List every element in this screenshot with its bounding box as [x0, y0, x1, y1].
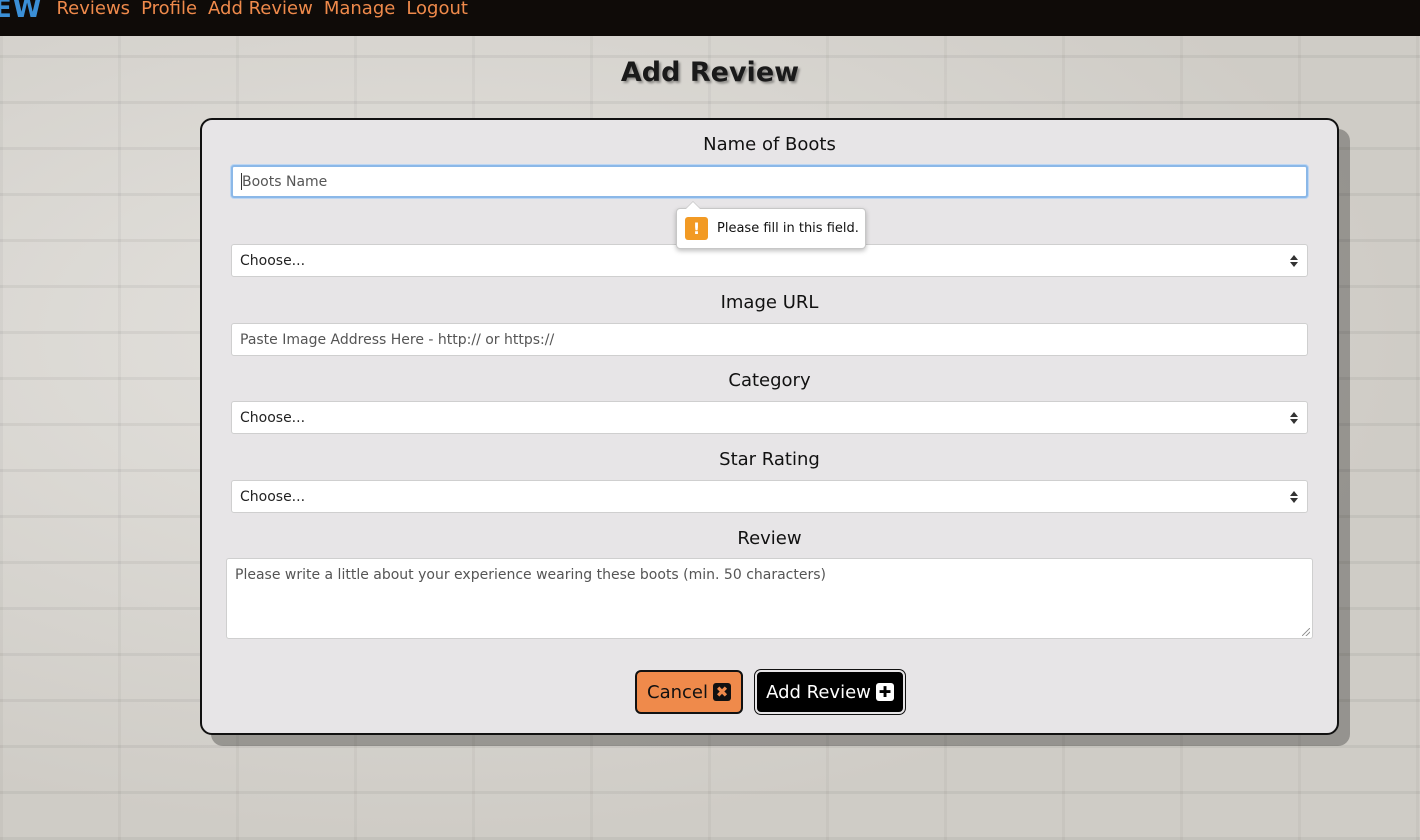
star-rating-label: Star Rating	[719, 449, 820, 470]
plus-icon: ✚	[875, 683, 894, 701]
boots-name-label: Name of Boots	[703, 134, 836, 155]
cancel-button[interactable]: Cancel ✖	[635, 670, 743, 714]
boots-name-placeholder: Boots Name	[242, 173, 328, 190]
add-review-form: Name of Boots Boots Name Choose... ! Ple…	[200, 118, 1339, 735]
warning-icon: !	[685, 217, 708, 240]
select-arrows-icon	[1290, 490, 1298, 504]
star-rating-select[interactable]: Choose...	[231, 480, 1308, 513]
image-url-label: Image URL	[720, 292, 819, 313]
review-textarea[interactable]: Please write a little about your experie…	[226, 558, 1313, 639]
image-url-input[interactable]: Paste Image Address Here - http:// or ht…	[231, 323, 1308, 356]
review-label: Review	[737, 528, 802, 549]
boots-name-input[interactable]: Boots Name	[231, 165, 1308, 198]
page-title: Add Review	[620, 57, 800, 88]
nav-link-manage[interactable]: Manage	[324, 0, 396, 18]
select-arrows-icon	[1290, 254, 1298, 268]
resize-handle-icon[interactable]	[1302, 628, 1310, 636]
cancel-button-label: Cancel	[647, 681, 708, 703]
add-review-button-label: Add Review	[766, 681, 871, 703]
category-select[interactable]: Choose...	[231, 401, 1308, 434]
nav-link-add-review[interactable]: Add Review	[208, 0, 313, 18]
nav-link-profile[interactable]: Profile	[141, 0, 197, 18]
add-review-button[interactable]: Add Review ✚	[755, 670, 905, 714]
select-arrows-icon	[1290, 411, 1298, 425]
star-rating-select-value: Choose...	[240, 488, 306, 505]
category-select-value: Choose...	[240, 409, 306, 426]
validation-message: Please fill in this field.	[717, 221, 859, 236]
brand-logo[interactable]: EW	[0, 0, 42, 22]
nav-link-logout[interactable]: Logout	[406, 0, 468, 18]
category-label: Category	[728, 370, 811, 391]
close-icon: ✖	[712, 683, 731, 701]
nav-links: Reviews Profile Add Review Manage Logout	[56, 0, 479, 18]
nav-link-reviews[interactable]: Reviews	[56, 0, 130, 18]
image-url-placeholder: Paste Image Address Here - http:// or ht…	[240, 331, 555, 348]
navbar: EW Reviews Profile Add Review Manage Log…	[0, 0, 1420, 36]
review-placeholder: Please write a little about your experie…	[235, 567, 826, 583]
validation-tooltip: ! Please fill in this field.	[676, 201, 866, 249]
brand-select-value: Choose...	[240, 252, 306, 269]
